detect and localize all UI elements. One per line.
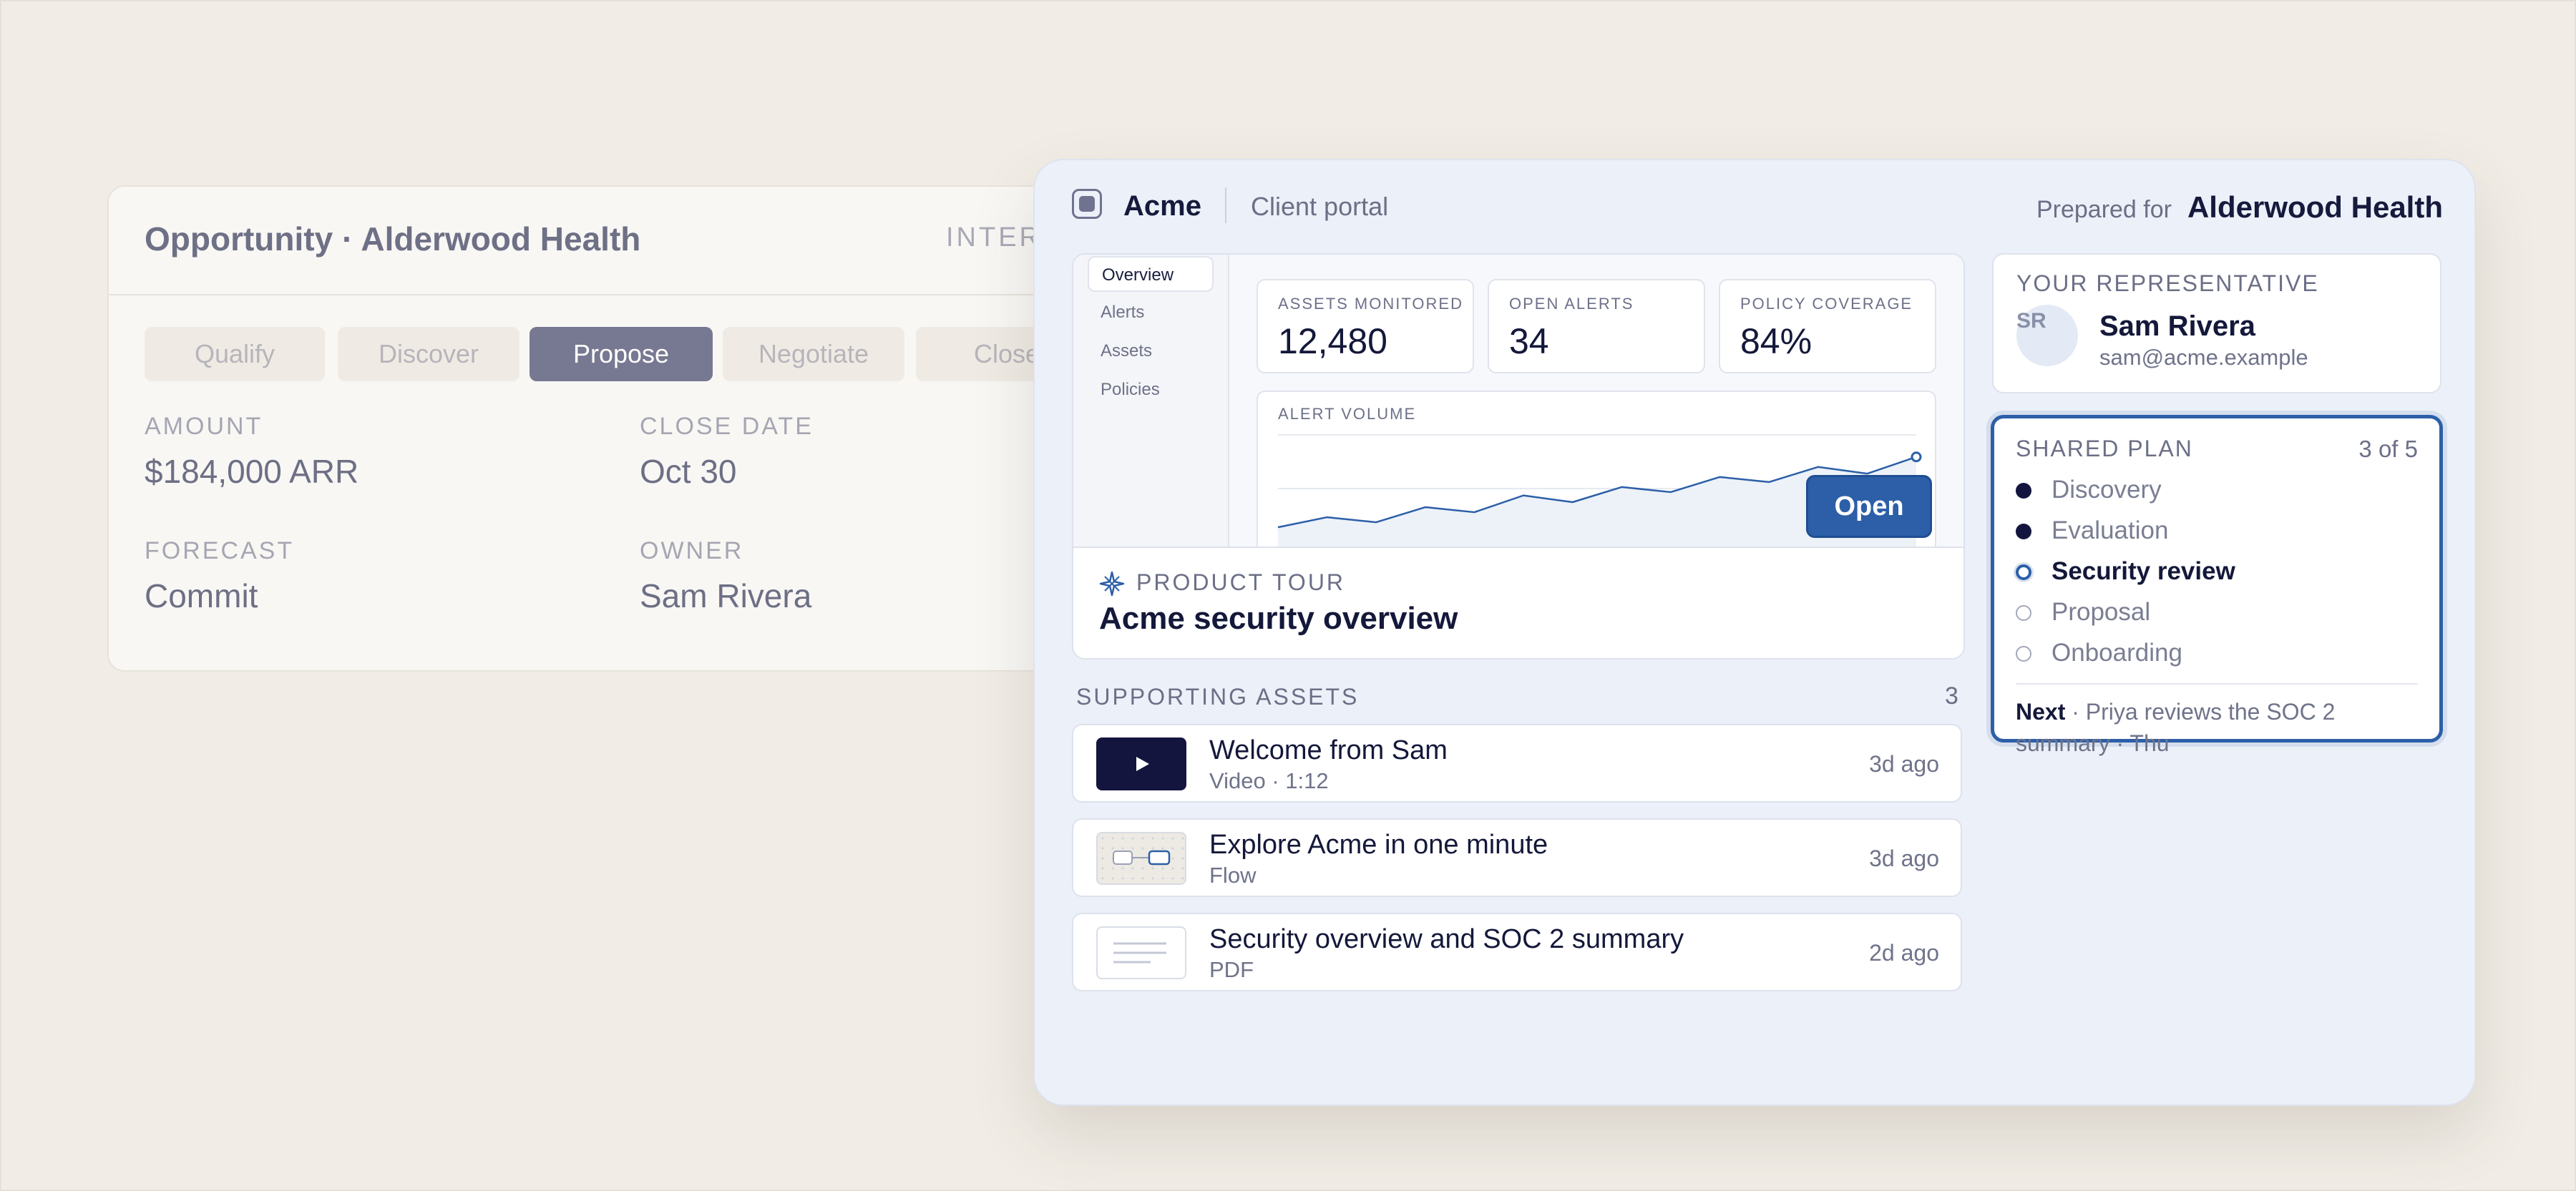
kpi-assets-monitored: ASSETS MONITORED 12,480	[1257, 279, 1474, 373]
crm-header: Opportunity · Alderwood Health INTER	[109, 187, 1096, 295]
stage-discover[interactable]: Discover	[338, 327, 519, 381]
asset-title: Welcome from Sam	[1209, 735, 1448, 765]
brand-divider	[1225, 187, 1226, 223]
forecast-field: FORECAST Commit	[145, 537, 294, 615]
close-date-label: CLOSE DATE	[640, 413, 814, 440]
kpi-open-alerts: OPEN ALERTS 34	[1488, 279, 1705, 373]
asset-meta: PDF	[1209, 957, 1254, 982]
step-label: Evaluation	[2051, 516, 2169, 544]
prepared-for-label: Prepared for	[2036, 196, 2172, 223]
brand-name: Acme	[1123, 190, 1201, 222]
representative-email[interactable]: sam@acme.example	[2099, 345, 2308, 371]
step-complete-dot-icon	[2016, 483, 2031, 499]
tour-kicker: PRODUCT TOUR	[1136, 569, 1346, 595]
avatar: SR	[2016, 305, 2078, 366]
square-logo-icon	[1072, 189, 1102, 219]
asset-title: Explore Acme in one minute	[1209, 830, 1548, 860]
asset-item-security-pdf[interactable]: Security overview and SOC 2 summary PDF …	[1072, 913, 1962, 991]
shared-plan-card: SHARED PLAN 3 of 5 Discovery Evaluation …	[1991, 415, 2443, 756]
representative-kicker: YOUR REPRESENTATIVE	[2016, 270, 2319, 296]
step-pending-dot-icon	[2016, 605, 2031, 621]
step-label: Proposal	[2051, 598, 2151, 626]
opportunity-tag: INTER	[946, 222, 1042, 253]
amount-field: AMOUNT $184,000 ARR	[145, 413, 358, 491]
stage-propose[interactable]: Propose	[530, 327, 713, 381]
open-tour-button[interactable]: Open	[1806, 475, 1932, 538]
shared-plan-kicker: SHARED PLAN	[2016, 436, 2193, 461]
preview-nav-assets: Assets	[1101, 341, 1153, 361]
owner-label: OWNER	[640, 537, 744, 564]
amount-value: $184,000 ARR	[145, 453, 359, 490]
product-tour-card[interactable]: Overview Alerts Assets Policies ASSETS M…	[1072, 253, 1965, 660]
kpi-value: 12,480	[1278, 321, 1387, 361]
portal-subtitle: Client portal	[1251, 192, 1389, 221]
stage-qualify[interactable]: Qualify	[145, 327, 325, 381]
preview-nav-alerts: Alerts	[1101, 303, 1145, 322]
close-date-value: Oct 30	[640, 453, 737, 490]
supporting-assets-count: 3	[1945, 682, 1958, 710]
flow-thumbnail	[1096, 832, 1186, 885]
owner-field: OWNER Sam Rivera	[640, 537, 811, 615]
document-thumbnail	[1096, 926, 1186, 979]
kpi-policy-coverage: POLICY COVERAGE 84%	[1719, 279, 1936, 373]
supporting-assets-heading: SUPPORTING ASSETS	[1076, 684, 1360, 710]
forecast-value: Commit	[145, 577, 258, 614]
chart-point-latest	[1911, 451, 1922, 463]
flow-diagram-icon	[1113, 850, 1171, 866]
asset-item-flow[interactable]: Explore Acme in one minute Flow 3d ago	[1072, 818, 1962, 897]
asset-meta: Video · 1:12	[1209, 768, 1329, 793]
kpi-value: 84%	[1740, 321, 1813, 361]
asset-item-welcome-video[interactable]: Welcome from Sam Video · 1:12 3d ago	[1072, 724, 1962, 803]
kpi-label: POLICY COVERAGE	[1740, 295, 1913, 313]
step-pending-dot-icon	[2016, 646, 2031, 662]
step-current-dot-icon	[2016, 564, 2031, 580]
plan-next-step: Next · Priya reviews the SOC 2 summary ·…	[2016, 696, 2416, 759]
kpi-label: OPEN ALERTS	[1509, 295, 1634, 313]
preview-nav-overview: Overview	[1088, 256, 1214, 292]
forecast-label: FORECAST	[145, 537, 295, 564]
step-label: Discovery	[2051, 476, 2162, 504]
sparkle-icon	[1099, 571, 1125, 597]
kpi-label: ASSETS MONITORED	[1278, 295, 1463, 313]
step-label: Onboarding	[2051, 639, 2182, 667]
client-portal-card: Acme Client portal Prepared for Alderwoo…	[1033, 159, 2476, 1106]
document-lines-icon	[1113, 942, 1166, 964]
asset-meta: Flow	[1209, 863, 1257, 888]
client-name: Alderwood Health	[2187, 190, 2443, 224]
asset-age: 3d ago	[1869, 846, 1939, 871]
avatar-initials: SR	[2016, 309, 2046, 333]
asset-age: 2d ago	[1869, 940, 1939, 966]
stage-negotiate[interactable]: Negotiate	[723, 327, 904, 381]
close-date-field: CLOSE DATE Oct 30	[640, 413, 814, 491]
step-label: Security review	[2051, 557, 2235, 585]
preview-sidebar: Overview Alerts Assets Policies	[1073, 255, 1229, 547]
prepared-for: Prepared for Alderwood Health	[2036, 190, 2443, 225]
kpi-value: 34	[1509, 321, 1549, 361]
opportunity-title: Opportunity · Alderwood Health	[145, 220, 641, 258]
tour-title: Acme security overview	[1099, 601, 1458, 636]
play-icon	[1096, 737, 1186, 790]
asset-age: 3d ago	[1869, 751, 1939, 777]
crm-opportunity-card: Opportunity · Alderwood Health INTER Qua…	[107, 185, 1098, 672]
representative-name: Sam Rivera	[2099, 310, 2255, 342]
amount-label: AMOUNT	[145, 413, 263, 440]
asset-title: Security overview and SOC 2 summary	[1209, 924, 1684, 954]
representative-card: YOUR REPRESENTATIVE SR Sam Rivera sam@ac…	[1992, 253, 2441, 393]
next-label: Next	[2016, 699, 2066, 725]
owner-value: Sam Rivera	[640, 577, 812, 614]
step-complete-dot-icon	[2016, 524, 2031, 539]
preview-nav-policies: Policies	[1101, 380, 1160, 399]
shared-plan-progress: 3 of 5	[2358, 436, 2418, 462]
plan-divider	[2016, 683, 2418, 685]
